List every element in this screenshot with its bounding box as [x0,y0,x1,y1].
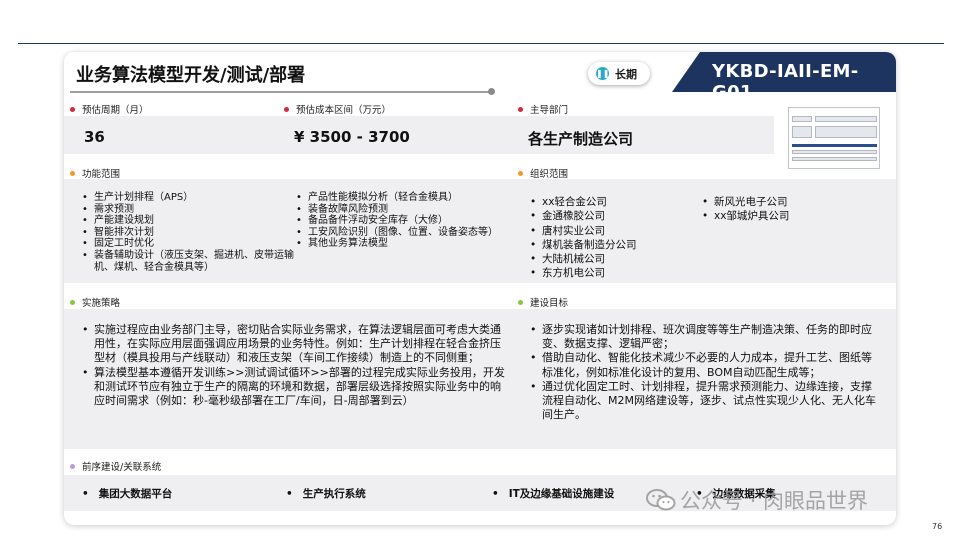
orgs-list-1: xx轻合金公司 金通橡胶公司 唐村实业公司 煤机装备制造分公司 大陆机械公司 东… [528,195,698,281]
project-card: 业务算法模型开发/测试/部署 ❚❚ 长期 YKBD-IAII-EM-G01 预估… [64,52,896,525]
project-code-banner: YKBD-IAII-EM-G01 [672,52,896,92]
prereq-label-row: 前序建设/关联系统 [70,459,161,473]
list-item: 装备辅助设计（液压支架、掘进机、皮带运输机、煤机、轻合金模具等） [80,250,304,273]
top-divider [18,43,944,44]
key-values-band [64,116,774,154]
list-item: 唐村实业公司 [528,224,698,239]
term-label: 长期 [615,68,637,81]
strategy-label: 实施策略 [82,298,121,309]
list-item: 借助自动化、智能化技术减少不必要的人力成本，提升工艺、图纸等标准化，例如标准化设… [528,351,880,379]
list-item: 煤机装备制造分公司 [528,238,698,253]
list-item: 工安风险识别（图像、位置、设备姿态等） [294,227,524,239]
bullet-dot-icon [70,300,75,305]
list-item: 算法模型基本遵循开发训练>>测试调试循环>>部署的过程完成实际业务投用，开发和测… [80,366,510,409]
project-code: YKBD-IAII-EM-G01 [712,61,859,103]
bullet-dot-icon [518,107,523,112]
prereq-item: IT及边缘基础设施建设 [492,486,615,501]
list-item: 产品性能模拟分析（轻合金模具） [294,192,524,204]
list-item: 智能排次计划 [80,227,304,239]
bullet-dot-icon [70,464,75,469]
list-item: 实施过程应由业务部门主导，密切贴合实际业务需求，在算法逻辑层面可考虑大类通用性，… [80,323,510,366]
dept-value: 各生产制造公司 [528,130,634,148]
goals-label: 建设目标 [530,298,569,309]
dept-label: 主导部门 [530,105,569,116]
strategy-list: 实施过程应由业务部门主导，密切贴合实际业务需求，在算法逻辑层面可考虑大类通用性，… [80,323,510,408]
cost-label: 预估成本区间（万元） [296,105,392,116]
period-value: 36 [84,128,105,146]
period-label-row: 预估周期（月） [70,102,149,116]
bullet-dot-icon [284,107,289,112]
page-title: 业务算法模型开发/测试/部署 [76,65,306,86]
orgs-list-2: 新风光电子公司 xx邹城炉具公司 [700,195,870,224]
bullet-dot-icon [518,171,523,176]
scope-list-1: 生产计划排程（APS） 需求预测 产能建设规划 智能排次计划 固定工时优化 装备… [80,192,304,273]
bullet-dot-icon [70,107,75,112]
goals-label-row: 建设目标 [518,295,568,309]
pause-icon: ❚❚ [596,67,610,80]
list-item: 其他业务算法模型 [294,238,524,250]
prereq-label: 前序建设/关联系统 [82,462,162,473]
list-item: 产能建设规划 [80,215,304,227]
list-item: 通过优化固定工时、计划排程，提升需求预测能力、边缘连接，支撑流程自动化、M2M网… [528,380,880,423]
list-item: 新风光电子公司 [700,195,870,210]
watermark-text: 公众号 · 肉眼品世界 [680,489,869,513]
strategy-label-row: 实施策略 [70,295,120,309]
prereq-item: 生产执行系统 [286,486,366,501]
wechat-icon [646,489,676,511]
scope-list-2: 产品性能模拟分析（轻合金模具） 装备故障风险预测 备品备件浮动安全库存（大修） … [294,192,524,250]
page-number: 76 [932,522,943,531]
orgs-label-row: 组织范围 [518,166,568,180]
goals-list: 逐步实现诸如计划排程、班次调度等等生产制造决策、任务的即时应变、数据支撑、逻辑严… [528,323,880,422]
list-item: xx轻合金公司 [528,195,698,210]
list-item: 金通橡胶公司 [528,209,698,224]
bullet-dot-icon [518,300,523,305]
cost-label-row: 预估成本区间（万元） [284,102,391,116]
list-item: 装备故障风险预测 [294,204,524,216]
bullet-dot-icon [70,171,75,176]
list-item: 备品备件浮动安全库存（大修） [294,215,524,227]
list-item: xx邹城炉具公司 [700,209,870,224]
list-item: 逐步实现诸如计划排程、班次调度等等生产制造决策、任务的即时应变、数据支撑、逻辑严… [528,323,880,351]
watermark: 公众号 · 肉眼品世界 [646,485,868,515]
title-underline-dot [488,88,495,95]
list-item: 大陆机械公司 [528,252,698,267]
list-item: 需求预测 [80,204,304,216]
list-item: 固定工时优化 [80,238,304,250]
cost-value: ¥ 3500 - 3700 [294,128,410,146]
term-badge: ❚❚ 长期 [588,62,650,85]
title-underline [70,91,492,93]
prereq-item: 集团大数据平台 [82,486,173,501]
dept-label-row: 主导部门 [518,102,568,116]
list-item: 东方机电公司 [528,266,698,281]
scope-label-row: 功能范围 [70,166,120,180]
thumbnail-preview [788,107,880,169]
period-label: 预估周期（月） [82,105,149,116]
list-item: 生产计划排程（APS） [80,192,304,204]
